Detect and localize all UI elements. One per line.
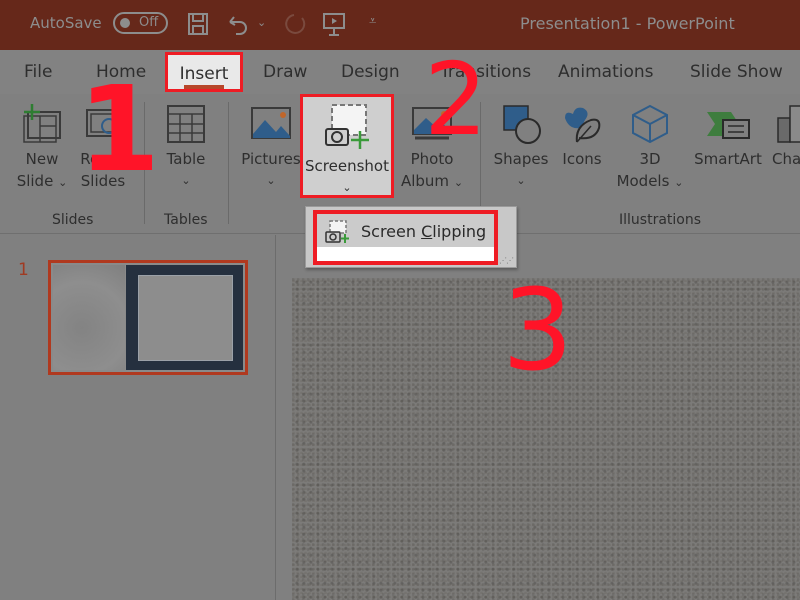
undo-icon[interactable]	[226, 12, 250, 40]
smartart-button[interactable]: SmartArt	[690, 104, 766, 170]
photo-album-line2: Album	[400, 172, 450, 190]
chevron-down-icon: ⌄	[453, 176, 464, 189]
new-slide-icon	[23, 104, 61, 143]
annotation-step-1: 1	[78, 60, 161, 198]
group-label-slides: Slides	[52, 212, 94, 228]
tab-design[interactable]: Design	[341, 62, 400, 82]
icons-label: Icons	[562, 150, 602, 168]
screenshot-icon	[325, 104, 369, 149]
chevron-down-icon: ⌄	[58, 176, 68, 189]
table-label: Table	[166, 150, 206, 168]
screenshot-label: Screenshot	[305, 157, 389, 175]
smartart-label: SmartArt	[694, 150, 762, 168]
chevron-down-icon: ⌄	[181, 174, 191, 187]
active-tab-underline	[184, 85, 224, 89]
screen-clipping-menu-item[interactable]: Screen Clipping	[313, 210, 498, 265]
screen-clipping-label: Screen Clipping	[361, 222, 487, 241]
save-icon[interactable]	[187, 12, 209, 40]
chart-label: Cha	[772, 150, 800, 168]
resize-grip-icon[interactable]: ⋰⋰	[499, 256, 514, 265]
chevron-down-icon: ⌄	[516, 174, 526, 187]
customize-icon[interactable]: ⩡	[369, 14, 376, 29]
annotation-step-2: 2	[424, 41, 488, 158]
3d-models-icon	[632, 104, 668, 144]
chart-icon	[777, 105, 800, 143]
tab-insert[interactable]: Insert	[165, 52, 243, 92]
shapes-icon	[503, 105, 541, 144]
tab-animations[interactable]: Animations	[558, 62, 654, 82]
thumbnail-frame	[126, 265, 243, 370]
tab-slide-show[interactable]: Slide Show	[690, 62, 783, 82]
tab-file[interactable]: File	[24, 62, 52, 82]
chevron-down-icon: ⌄	[342, 181, 352, 194]
icons-button[interactable]: Icons	[556, 104, 608, 170]
undo-dropdown-icon[interactable]: ⌄	[257, 16, 266, 29]
screenshot-dropdown: Screen Clipping ⋰⋰	[305, 206, 517, 268]
slide-thumbnails-pane: 1	[0, 235, 276, 600]
screenshot-button[interactable]: Screenshot ⌄	[300, 94, 394, 198]
3d-models-line1: 3D	[639, 150, 661, 168]
slide-thumbnail[interactable]	[48, 260, 248, 375]
shapes-button[interactable]: Shapes ⌄	[490, 104, 552, 192]
group-divider	[228, 102, 229, 224]
redo-icon	[282, 12, 306, 40]
document-title: Presentation1 - PowerPoint	[520, 14, 735, 33]
toggle-knob	[120, 18, 130, 28]
accelerator-key: C	[421, 222, 433, 241]
pictures-icon	[251, 107, 291, 139]
chart-button[interactable]: Cha	[772, 104, 800, 170]
group-label-illustrations: Illustrations	[619, 212, 702, 228]
pictures-label: Pictures	[241, 150, 301, 168]
slide-number: 1	[18, 260, 29, 280]
tab-draw[interactable]: Draw	[263, 62, 307, 82]
annotation-step-3: 3	[502, 266, 574, 396]
smartart-icon	[707, 112, 750, 139]
autosave-label: AutoSave	[30, 14, 102, 32]
table-icon	[167, 105, 205, 143]
table-button[interactable]: Table ⌄	[155, 104, 217, 192]
present-icon[interactable]	[322, 12, 346, 42]
group-label-tables: Tables	[164, 212, 208, 228]
screen-clipping-icon	[325, 220, 349, 243]
title-bar: AutoSave Off ⌄ ⩡ Presentation1 - PowerPo…	[0, 0, 800, 50]
chevron-down-icon: ⌄	[266, 174, 276, 187]
menu-item-bottom-strip	[317, 247, 494, 261]
thumbnail-texture	[53, 265, 125, 370]
icons-icon	[565, 107, 601, 143]
autosave-toggle[interactable]: Off	[113, 12, 168, 34]
chevron-down-icon: ⌄	[674, 176, 684, 189]
tab-insert-label: Insert	[179, 64, 229, 84]
new-slide-line1: New	[25, 150, 59, 168]
3d-models-button[interactable]: 3D Models ⌄	[612, 104, 688, 194]
thumbnail-placeholder	[138, 275, 233, 361]
3d-models-line2: Models	[616, 172, 670, 190]
autosave-state: Off	[139, 15, 159, 30]
new-slide-line2: Slide	[16, 172, 54, 190]
shapes-label: Shapes	[493, 150, 549, 168]
new-slide-button[interactable]: New Slide ⌄	[10, 104, 74, 194]
pictures-button[interactable]: Pictures ⌄	[240, 104, 302, 192]
